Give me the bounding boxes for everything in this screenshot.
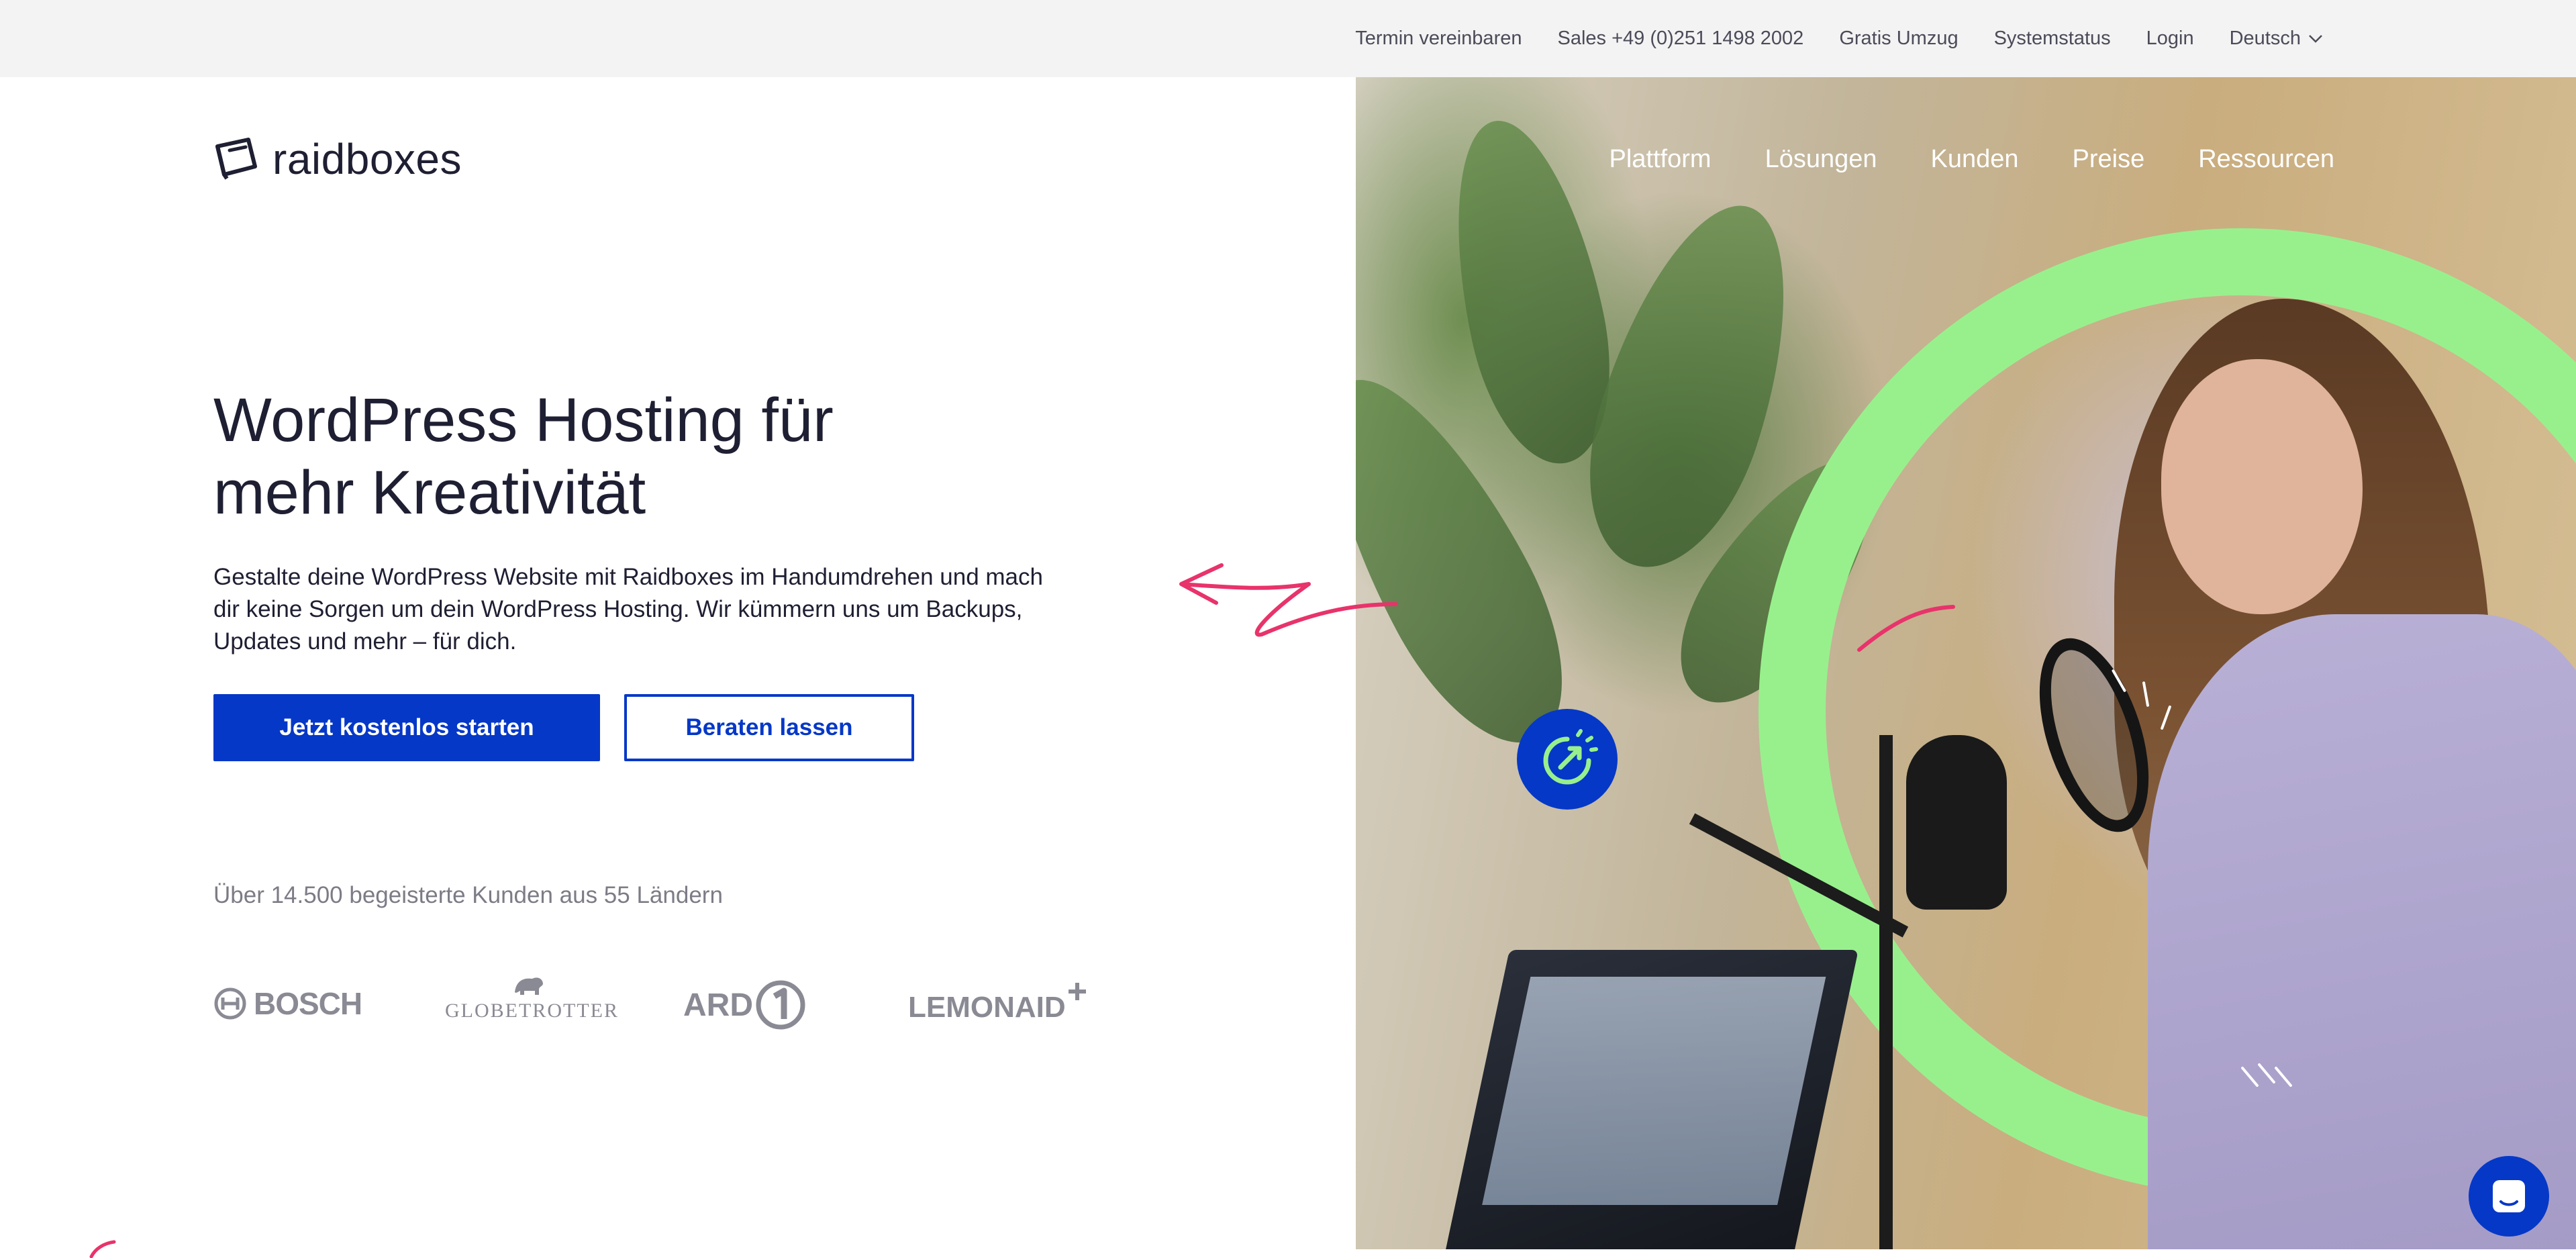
bosch-logo: BOSCH bbox=[213, 985, 362, 1022]
speed-gauge-icon bbox=[1543, 729, 1598, 785]
utility-link-sales-phone[interactable]: Sales +49 (0)251 1498 2002 bbox=[1557, 28, 1803, 50]
bosch-wordmark: BOSCH bbox=[254, 986, 362, 1021]
nav-item-solutions[interactable]: Lösungen bbox=[1765, 145, 1877, 174]
language-selector[interactable]: Deutsch bbox=[2230, 28, 2324, 50]
utility-link-login[interactable]: Login bbox=[2146, 28, 2194, 50]
laptop bbox=[1444, 950, 1859, 1249]
hero-title-line-2: mehr Kreativität bbox=[213, 458, 646, 527]
hero-title: WordPress Hosting für mehr Kreativität bbox=[213, 384, 1019, 529]
person-sweater bbox=[2148, 614, 2576, 1249]
nav-item-customers[interactable]: Kunden bbox=[1931, 145, 2019, 174]
utility-link-free-migration[interactable]: Gratis Umzug bbox=[1839, 28, 1958, 50]
ard-logo: ARD bbox=[683, 979, 807, 1031]
globetrotter-logo: GLOBETROTTER bbox=[445, 973, 619, 1022]
laptop-screen bbox=[1482, 977, 1826, 1205]
pink-corner-doodle bbox=[89, 1240, 116, 1258]
pink-line-doodle bbox=[1857, 605, 1955, 652]
mic-stand bbox=[1879, 735, 1893, 1249]
globetrotter-wordmark: GLOBETROTTER bbox=[445, 1000, 619, 1022]
ard-one-icon bbox=[756, 980, 805, 1030]
bosch-logo-icon bbox=[214, 987, 246, 1020]
hero-description: Gestalte deine WordPress Website mit Rai… bbox=[213, 564, 1043, 655]
person-face bbox=[2161, 359, 2363, 614]
logo-wordmark: raidboxes bbox=[273, 135, 462, 183]
customer-count-text: Über 14.500 begeisterte Kunden aus 55 Lä… bbox=[213, 882, 723, 908]
nav-item-resources[interactable]: Ressourcen bbox=[2198, 145, 2334, 174]
top-utility-bar: Termin vereinbaren Sales +49 (0)251 1498… bbox=[0, 0, 2576, 77]
raidboxes-logo[interactable]: raidboxes bbox=[213, 134, 462, 184]
nav-item-platform[interactable]: Plattform bbox=[1609, 145, 1712, 174]
chevron-down-icon bbox=[2309, 34, 2322, 43]
start-free-button[interactable]: Jetzt kostenlos starten bbox=[213, 694, 600, 761]
utility-link-system-status[interactable]: Systemstatus bbox=[1994, 28, 2111, 50]
chat-launcher-button[interactable] bbox=[2469, 1156, 2549, 1237]
chat-icon bbox=[2493, 1180, 2525, 1212]
hero-title-line-1: WordPress Hosting für bbox=[213, 386, 834, 454]
language-label: Deutsch bbox=[2229, 28, 2301, 49]
main-navigation: Plattform Lösungen Kunden Preise Ressour… bbox=[1609, 145, 2334, 174]
lemonaid-wordmark: LEMONAID bbox=[908, 991, 1066, 1024]
get-consultation-button[interactable]: Beraten lassen bbox=[624, 694, 914, 761]
lemonaid-logo: LEMONAID bbox=[908, 980, 1089, 1024]
microphone bbox=[1906, 735, 2007, 910]
nav-item-pricing[interactable]: Preise bbox=[2073, 145, 2145, 174]
plus-icon bbox=[1068, 983, 1086, 1000]
ard-wordmark: ARD bbox=[683, 987, 753, 1023]
pink-arrow-doodle bbox=[1179, 563, 1398, 637]
raidboxes-logo-icon bbox=[215, 138, 257, 180]
utility-links: Termin vereinbaren Sales +49 (0)251 1498… bbox=[1355, 0, 2324, 77]
speed-badge bbox=[1517, 709, 1618, 810]
utility-link-appointment[interactable]: Termin vereinbaren bbox=[1355, 28, 1522, 50]
bear-icon bbox=[515, 977, 543, 995]
hero-image bbox=[1356, 77, 2576, 1249]
